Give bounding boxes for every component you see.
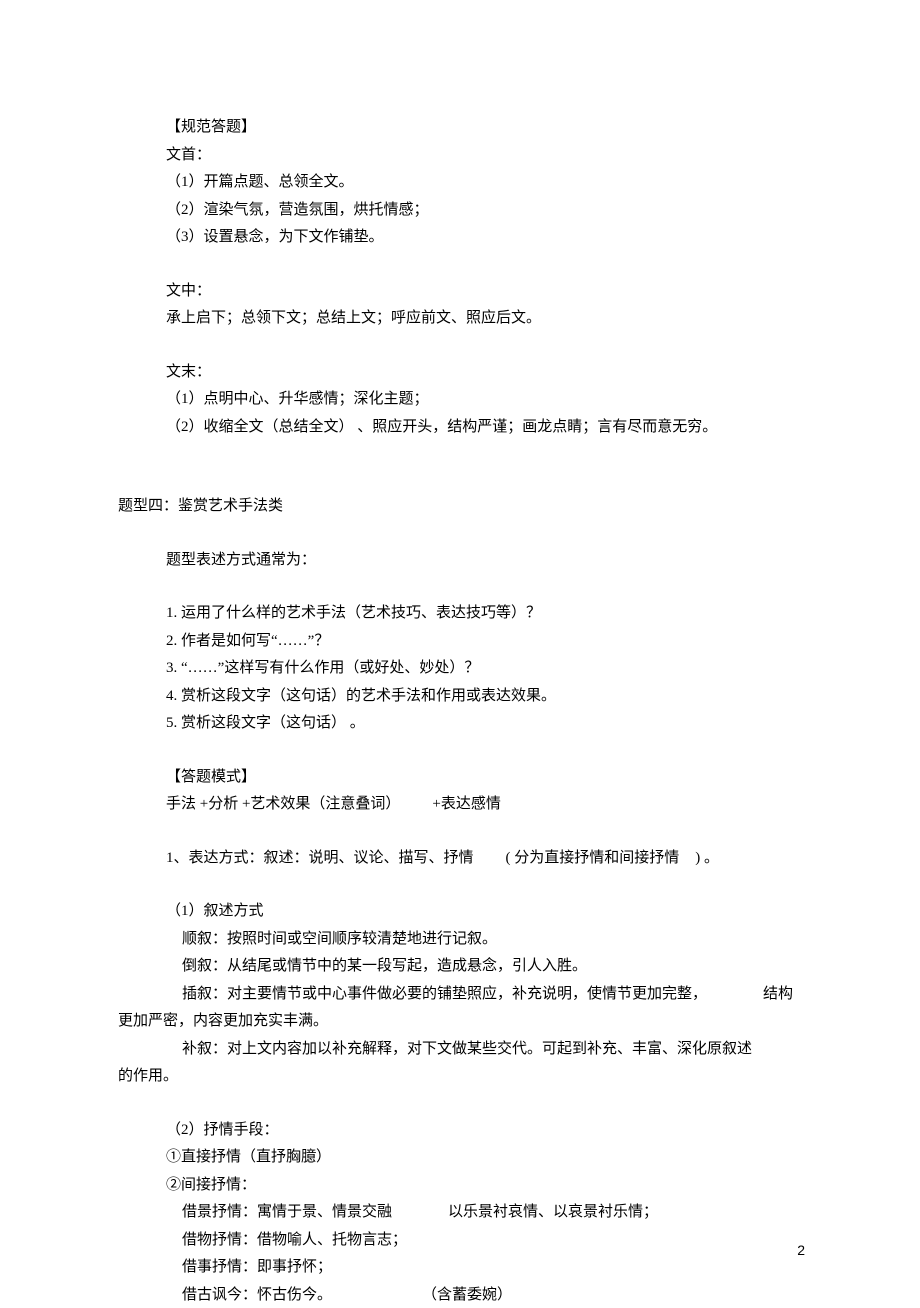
wenshou-item-1: （1）开篇点题、总领全文。 [118, 170, 810, 196]
daoxu-line: 倒叙：从结尾或情节中的某一段写起，造成悬念，引人入胜。 [118, 954, 810, 980]
answer-norm-heading: 【规范答题】 [118, 115, 810, 141]
question-4: 4. 赏析这段文字（这句话）的艺术手法和作用或表达效果。 [118, 684, 810, 710]
wenshou-item-3: （3）设置悬念，为下文作铺垫。 [118, 225, 810, 251]
direct-lyric: ①直接抒情（直抒胸臆） [118, 1145, 810, 1171]
narration-heading: （1）叙述方式 [118, 899, 810, 925]
jiegu-a: 借古讽今：怀古伤今。 [182, 1287, 332, 1303]
answer-mode-line-1: 手法 +分析 +艺术效果（注意叠词） +表达感情 [118, 792, 810, 818]
jiegu-line: 借古讽今：怀古伤今。 （含蓄委婉） [118, 1283, 810, 1308]
indirect-lyric: ②间接抒情： [118, 1173, 810, 1199]
buxu-line-2: 的作用。 [118, 1064, 810, 1090]
jieshi-line: 借事抒情：即事抒怀； [118, 1255, 810, 1281]
wenshou-label: 文首： [118, 143, 810, 169]
spacer [118, 334, 810, 360]
answer-mode-1a: 手法 +分析 +艺术效果（注意叠词） [166, 796, 400, 812]
wenwei-item-1: （1）点明中心、升华感情；深化主题； [118, 387, 810, 413]
question-2: 2. 作者是如何写“……”？ [118, 629, 810, 655]
question-type-sub: 题型表述方式通常为： [118, 548, 810, 574]
document-page: 【规范答题】 文首： （1）开篇点题、总领全文。 （2）渲染气氛，营造氛围，烘托… [0, 0, 920, 1308]
question-1: 1. 运用了什么样的艺术手法（艺术技巧、表达技巧等）？ [118, 601, 810, 627]
wenzhong-item-1: 承上启下；总领下文；总结上文；呼应前文、照应后文。 [118, 306, 810, 332]
jiejing-line: 借景抒情：寓情于景、情景交融 以乐景衬哀情、以哀景衬乐情； [118, 1200, 810, 1226]
chaxu-b: 结构 [763, 986, 793, 1002]
expression-mode-b: ( 分为直接抒情和间接抒情 [506, 850, 680, 866]
section-4-title: 题型四：鉴赏艺术手法类 [118, 494, 810, 520]
shunxu-line: 顺叙：按照时间或空间顺序较清楚地进行记叙。 [118, 927, 810, 953]
spacer [118, 522, 810, 548]
answer-mode-heading: 【答题模式】 [118, 765, 810, 791]
spacer [118, 739, 810, 765]
jiejing-b: 以乐景衬哀情、以哀景衬乐情； [448, 1204, 658, 1220]
expression-mode-c: ) 。 [695, 850, 719, 866]
wenshou-item-2: （2）渲染气氛，营造氛围，烘托情感； [118, 198, 810, 224]
question-3: 3. “……”这样写有什么作用（或好处、妙处）？ [118, 656, 810, 682]
wenzhong-label: 文中： [118, 279, 810, 305]
jiegu-b: （含蓄委婉） [422, 1287, 512, 1303]
jiejing-a: 借景抒情：寓情于景、情景交融 [182, 1204, 392, 1220]
spacer [118, 820, 810, 846]
answer-mode-1b: +表达感情 [432, 796, 500, 812]
expression-mode-a: 1、表达方式：叙述：说明、议论、描写、抒情 [166, 850, 474, 866]
spacer [118, 575, 810, 601]
spacer [118, 873, 810, 899]
spacer [118, 1092, 810, 1118]
spacer [118, 253, 810, 279]
wenwei-item-2: （2）收缩全文（总结全文） 、照应开头，结构严谨；画龙点睛；言有尽而意无穷。 [118, 415, 810, 441]
wenwei-label: 文末： [118, 360, 810, 386]
chaxu-line-2: 更加严密，内容更加充实丰满。 [118, 1009, 810, 1035]
question-5: 5. 赏析这段文字（这句话） 。 [118, 711, 810, 737]
expression-mode-line: 1、表达方式：叙述：说明、议论、描写、抒情 ( 分为直接抒情和间接抒情 ) 。 [118, 846, 810, 872]
chaxu-line-1: 插叙：对主要情节或中心事件做必要的铺垫照应，补充说明，使情节更加完整， 结构 [118, 982, 810, 1008]
lyric-heading: （2）抒情手段： [118, 1118, 810, 1144]
buxu-line-1: 补叙：对上文内容加以补充解释，对下文做某些交代。可起到补充、丰富、深化原叙述 [118, 1037, 810, 1063]
jiewu-line: 借物抒情：借物喻人、托物言志； [118, 1228, 810, 1254]
page-number: 2 [797, 1239, 805, 1263]
spacer [118, 442, 810, 494]
chaxu-a: 插叙：对主要情节或中心事件做必要的铺垫照应，补充说明，使情节更加完整， [182, 986, 707, 1002]
